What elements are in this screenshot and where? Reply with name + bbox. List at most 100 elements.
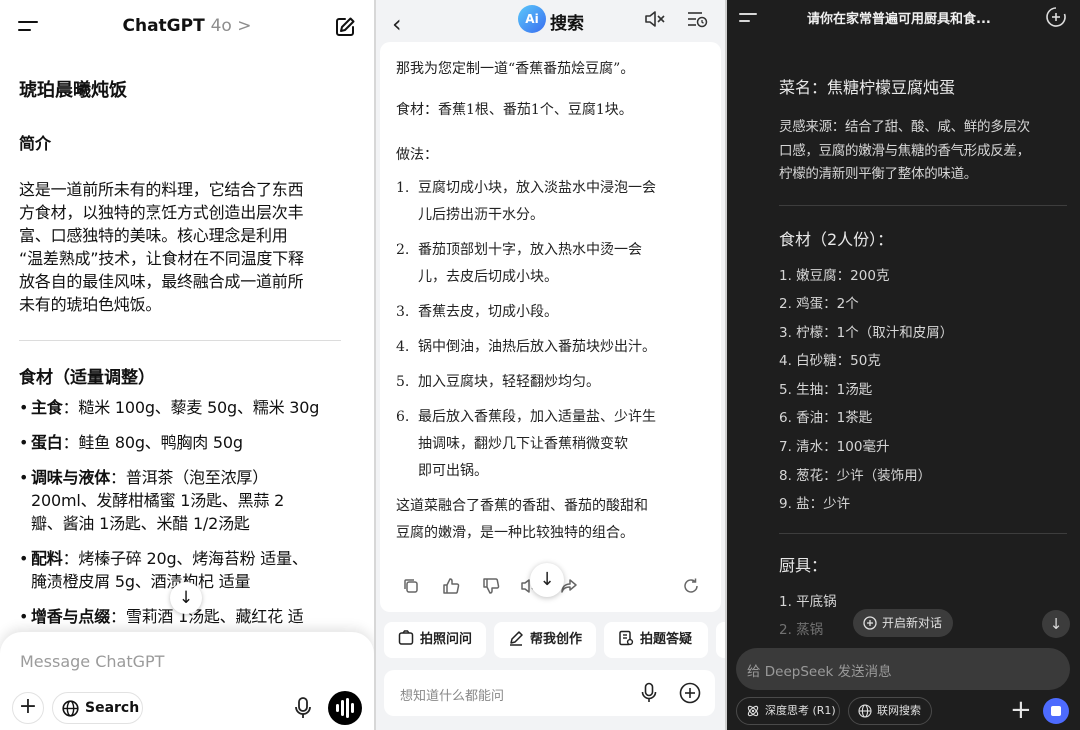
inspiration-line: 口感，豆腐的嫩滑与焦糖的香气形成反差， (779, 142, 1030, 159)
creative-chip[interactable]: 帮我创作 (494, 622, 596, 658)
app-title: 搜索 (550, 14, 584, 34)
step-number: 3. (396, 304, 410, 320)
deep-think-label: 深度思考 (R1) (765, 704, 836, 717)
intro-heading: 简介 (19, 134, 52, 153)
attach-button[interactable]: + (12, 692, 44, 724)
list-item: 5. 加入豆腐块，轻轻翻炒均匀。 (396, 369, 708, 396)
mute-speaker-icon[interactable] (644, 9, 666, 29)
step-text: 番茄顶部划十字，放入热水中烫一会 (418, 242, 642, 258)
search-label: Search (85, 700, 140, 716)
answer-card: 那我为您定制一道“香蕉番茄烩豆腐”。 食材：香蕉1根、番茄1个、豆腐1块。 做法… (380, 42, 721, 612)
list-item: 5. 生抽：1汤匙 (779, 381, 873, 398)
inspiration-paragraph: 灵感来源：结合了甜、酸、咸、鲜的多层次 口感，豆腐的嫩滑与焦糖的香气形成反差， … (779, 116, 1069, 187)
more-chip[interactable] (716, 622, 725, 658)
divider (779, 204, 1067, 206)
input-placeholder: 想知道什么都能问 (400, 689, 505, 704)
list-item: 主食：糙米 100g、藜麦 50g、糯米 30g (19, 396, 341, 419)
aisearch-panel: ‹ Ai 搜索 那我为您定制一道“香蕉番茄烩豆腐”。 食材：香蕉1根、番茄1个、… (376, 0, 725, 730)
search-button[interactable]: Search (52, 692, 143, 724)
ingredient-text: ：雪莉酒 1汤匙、藏红花 适 (110, 607, 304, 626)
step-text: 锅中倒油，油热后放入番茄块炒出汁。 (418, 339, 656, 355)
copy-icon[interactable] (402, 577, 420, 595)
intro-line: 方食材，以独特的烹饪方式创造出层次丰 (19, 203, 304, 222)
deepseek-message: 菜名：焦糖柠檬豆腐炖蛋 灵感来源：结合了甜、酸、咸、鲜的多层次 口感，豆腐的嫩滑… (779, 74, 1069, 645)
document-scan-icon (619, 630, 634, 646)
scroll-down-button[interactable]: ↓ (170, 582, 202, 614)
ingredient-text: 200ml、发酵柑橘蜜 1汤匙、黑蒜 2 (31, 491, 285, 510)
web-search-toggle[interactable]: 联网搜索 (848, 697, 932, 725)
step-text: 儿，去皮后切成小块。 (418, 269, 558, 285)
intro-line: “温差熟成”技术，让食材在不同温度下释 (19, 249, 304, 268)
homework-chip[interactable]: 拍题答疑 (604, 622, 708, 658)
refresh-icon[interactable] (682, 577, 700, 595)
step-text: 抽调味，翻炒几下让香蕉稍微变软 (418, 436, 628, 452)
chatgpt-header: ChatGPT 4o > (0, 0, 374, 54)
plus-icon[interactable]: + (1010, 696, 1032, 724)
chatgpt-message: 琥珀晨曦炖饭 简介 这是一道前所未有的料理，它结合了东西 方食材，以独特的烹饪方… (19, 76, 341, 640)
photo-ask-chip[interactable]: 拍照问问 (384, 622, 486, 658)
ingredients-heading: 食材（适量调整） (19, 368, 155, 388)
ingredient-label: 增香与点缀 (31, 607, 111, 626)
add-icon[interactable] (679, 682, 701, 704)
microphone-icon[interactable] (641, 682, 657, 704)
step-text: 豆腐切成小块，放入淡盐水中浸泡一会 (418, 180, 656, 196)
chip-label: 拍照问问 (420, 632, 473, 647)
list-item: 2. 番茄顶部划十字，放入热水中烫一会 儿，去皮后切成小块。 (396, 237, 708, 291)
ingredient-label: 调味与液体 (31, 468, 111, 487)
intro-line: 放各自的最佳风味，最终融合成一道前所 (19, 272, 304, 291)
list-item: 3. 柠檬：1个（取汁和皮屑） (779, 324, 954, 341)
intro-paragraph: 这是一道前所未有的料理，它结合了东西 方食材，以独特的烹饪方式创造出层次丰 富、… (19, 178, 341, 316)
list-item: 7. 清水：100毫升 (779, 439, 890, 456)
inspiration-line: 柠檬的清新则平衡了整体的味道。 (779, 166, 977, 182)
new-chat-label: 开启新对话 (882, 616, 943, 630)
ingredients-list: 1. 嫩豆腐：200克 2. 鸡蛋：2个 3. 柠檬：1个（取汁和皮屑） 4. … (779, 262, 1069, 519)
dish-name: 菜名：焦糖柠檬豆腐炖蛋 (779, 78, 956, 97)
ingredients-heading: 食材（2人份）： (779, 229, 894, 249)
new-chat-button[interactable]: 开启新对话 (853, 609, 953, 637)
stop-button[interactable] (1043, 698, 1069, 724)
list-item: 调味与液体：普洱茶（泡至浓厚） 200ml、发酵柑橘蜜 1汤匙、黑蒜 2 瓣、酱… (19, 466, 341, 535)
step-number: 4. (396, 339, 410, 355)
ingredient-label: 主食 (31, 398, 63, 417)
plus-circle-icon (863, 616, 877, 630)
menu-icon[interactable] (739, 11, 757, 25)
globe-icon (62, 700, 79, 717)
new-chat-icon[interactable] (1045, 6, 1067, 28)
thumbs-up-icon[interactable] (442, 577, 460, 595)
thumbs-down-icon[interactable] (482, 577, 500, 595)
list-item: 1. 豆腐切成小块，放入淡盐水中浸泡一会 儿后捞出沥干水分。 (396, 175, 708, 229)
step-text: 即可出锅。 (418, 463, 488, 479)
inspiration-line: 灵感来源：结合了甜、酸、咸、鲜的多层次 (779, 119, 1030, 135)
list-item: 2. 鸡蛋：2个 (779, 296, 859, 313)
list-item: 6. 最后放入香蕉段，加入适量盐、少许生 抽调味，翻炒几下让香蕉稍微变软 即可出… (396, 404, 708, 485)
deep-think-toggle[interactable]: 深度思考 (R1) (736, 697, 840, 725)
back-arrow-icon[interactable]: ‹ (392, 10, 402, 38)
summary-line: 豆腐的嫩滑，是一种比较独特的组合。 (396, 525, 634, 541)
question-input[interactable]: 想知道什么都能问 (384, 670, 715, 716)
scroll-down-button[interactable]: ↓ (530, 563, 564, 597)
list-item: 4. 锅中倒油，油热后放入番茄块炒出汁。 (396, 334, 708, 361)
message-input[interactable]: Message ChatGPT (20, 652, 164, 671)
history-icon[interactable] (686, 9, 708, 29)
ingredient-text: ：鲑鱼 80g、鸭胸肉 50g (62, 433, 243, 452)
voice-mode-button[interactable] (328, 691, 362, 725)
scroll-down-button[interactable]: ↓ (1042, 610, 1070, 638)
atom-icon (747, 705, 759, 717)
pen-icon (510, 631, 523, 646)
camera-ai-icon (398, 630, 414, 645)
chatgpt-model-selector[interactable]: ChatGPT 4o > (0, 16, 374, 36)
ingredient-text: ：烤榛子碎 20g、烤海苔粉 适量、 (62, 549, 308, 568)
answer-intro: 那我为您定制一道“香蕉番茄烩豆腐”。 (396, 61, 635, 77)
message-input[interactable]: 给 DeepSeek 发送消息 (736, 648, 1070, 690)
input-placeholder: 给 DeepSeek 发送消息 (747, 664, 892, 680)
intro-line: 未有的琥珀色炖饭。 (19, 295, 162, 314)
microphone-icon[interactable] (293, 696, 313, 720)
conversation-title: 请你在家常普遍可用厨具和食... (807, 12, 991, 27)
ingredient-text: 瓣、酱油 1汤匙、米醋 1/2汤匙 (31, 514, 250, 533)
list-item: 蛋白：鲑鱼 80g、鸭胸肉 50g (19, 431, 341, 454)
answer-ingredients: 食材：香蕉1根、番茄1个、豆腐1块。 (396, 102, 633, 118)
new-chat-icon[interactable] (334, 16, 356, 38)
chatgpt-composer: Message ChatGPT + Search (0, 632, 374, 730)
stop-icon (1051, 706, 1061, 716)
ingredient-label: 蛋白 (31, 433, 63, 452)
